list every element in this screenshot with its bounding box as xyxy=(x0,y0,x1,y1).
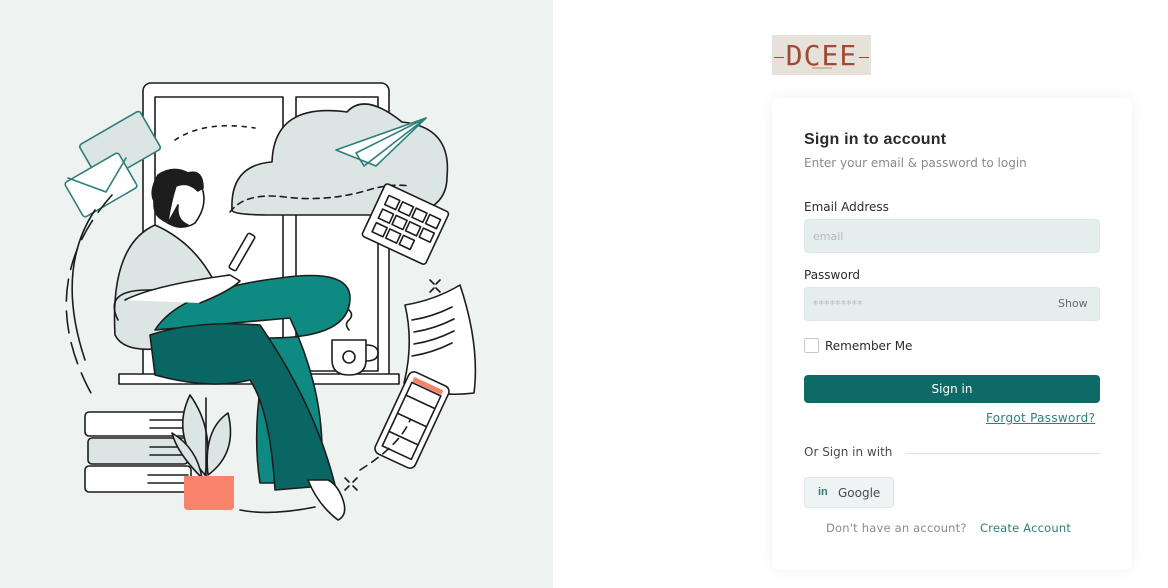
create-account-link[interactable]: Create Account xyxy=(980,521,1071,535)
remember-label[interactable]: Remember Me xyxy=(825,339,912,353)
social-signin-button[interactable]: in Google xyxy=(804,477,894,508)
linkedin-icon: in xyxy=(818,486,828,498)
divider xyxy=(906,453,1100,454)
no-account-text: Don't have an account? xyxy=(826,521,967,535)
login-title: Sign in to account xyxy=(804,131,947,148)
email-input[interactable] xyxy=(804,219,1100,253)
person-at-window-illustration xyxy=(64,82,477,521)
social-signin-label: Google xyxy=(838,486,881,500)
sign-in-button[interactable]: Sign in xyxy=(804,375,1100,403)
logo-subline xyxy=(812,67,832,69)
forgot-password-link[interactable]: Forgot Password? xyxy=(986,411,1095,425)
password-input[interactable] xyxy=(804,287,1100,321)
show-password-button[interactable]: Show xyxy=(1058,297,1088,310)
illustration-panel xyxy=(0,0,553,588)
logo: DCEE xyxy=(772,35,871,75)
password-label: Password xyxy=(804,268,861,282)
remember-checkbox[interactable] xyxy=(804,338,819,353)
email-label: Email Address xyxy=(804,200,889,214)
login-subtitle: Enter your email & password to login xyxy=(804,156,1027,170)
or-sign-in-label: Or Sign in with xyxy=(804,445,893,459)
